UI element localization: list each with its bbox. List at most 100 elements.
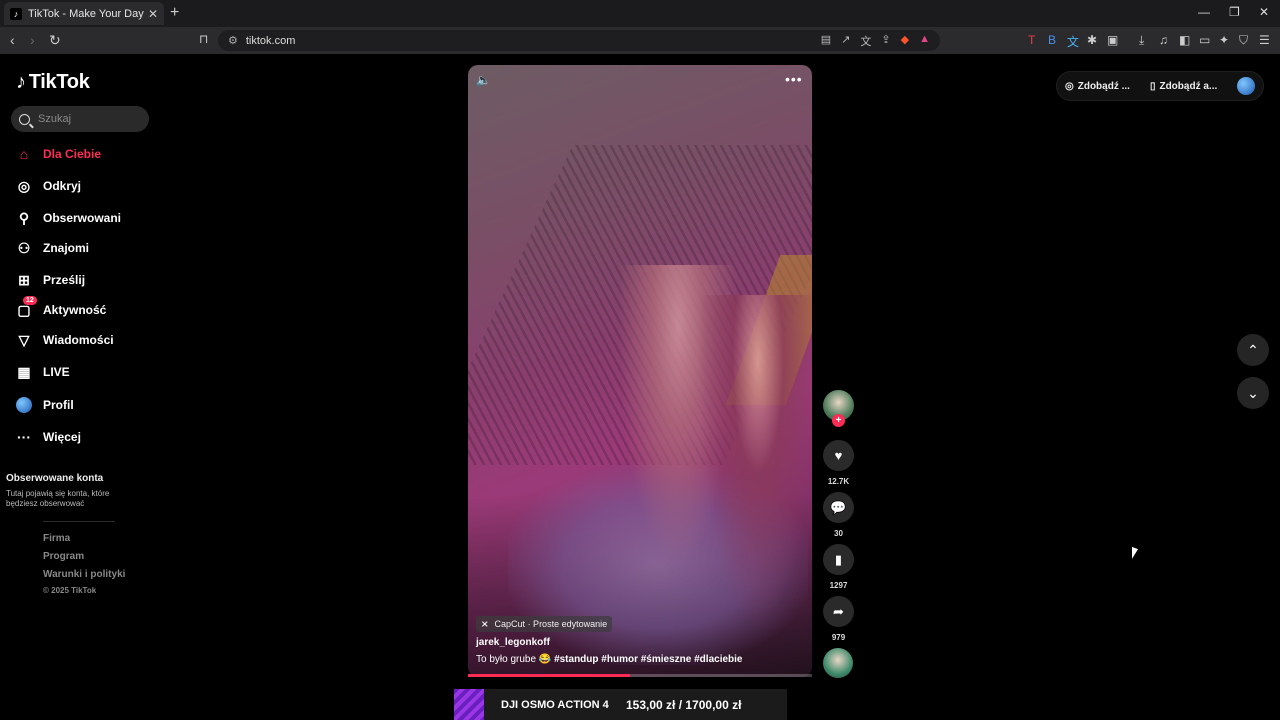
footer-link-company[interactable]: Firma — [43, 533, 70, 544]
brave-rewards-icon[interactable]: ▲ — [919, 33, 930, 49]
minimize-button[interactable]: — — [1198, 5, 1210, 19]
search-input[interactable] — [38, 113, 138, 125]
window-close-button[interactable]: ✕ — [1259, 5, 1269, 19]
get-app-button[interactable]: ▯ Zdobądź a... — [1150, 81, 1217, 92]
extension-icon[interactable]: 文 — [1067, 33, 1079, 50]
sidebar-item-explore[interactable]: ◎ Odkryj — [15, 176, 81, 196]
reload-icon[interactable]: ↻ — [49, 32, 61, 49]
more-options-icon[interactable]: ••• — [785, 71, 803, 87]
sound-disc-avatar[interactable] — [823, 648, 853, 678]
comment-count: 30 — [834, 529, 843, 538]
user-avatar[interactable] — [1237, 77, 1255, 95]
chevron-up-icon: ⌃ — [1247, 341, 1259, 358]
back-icon[interactable]: ‹ — [10, 32, 15, 48]
friends-icon: ⚇ — [17, 239, 31, 256]
browser-tab[interactable]: ♪ TikTok - Make Your Day ✕ — [4, 2, 164, 25]
ad-price: 153,00 zł / 1700,00 zł — [626, 697, 742, 712]
screenshot-icon[interactable]: ▣ — [1107, 33, 1118, 47]
hashtag[interactable]: #humor — [601, 654, 638, 665]
video-frame-person — [698, 295, 812, 625]
reader-icon[interactable]: ▤ — [821, 33, 831, 49]
open-icon[interactable]: ↗ — [841, 33, 850, 49]
compass-icon: ◎ — [17, 177, 31, 194]
wallet-icon[interactable]: ▭ — [1199, 33, 1210, 47]
brand-name: TikTok — [28, 71, 90, 93]
more-icon: ··· — [17, 429, 31, 445]
hashtag[interactable]: #śmieszne — [641, 654, 692, 665]
vpn-icon[interactable]: ⛉ — [1239, 33, 1248, 48]
share-button[interactable]: ➦ — [823, 596, 854, 627]
comment-button[interactable]: 💬 — [823, 492, 854, 523]
upload-icon: ⊞ — [18, 271, 30, 288]
save-count: 1297 — [829, 581, 848, 590]
footer-link-program[interactable]: Program — [43, 551, 84, 562]
volume-icon[interactable]: 🔈 — [476, 73, 494, 89]
video-progress-fill — [468, 674, 630, 677]
tab-close-icon[interactable]: ✕ — [148, 7, 158, 21]
tiktok-logo[interactable]: ♪ TikTok — [16, 71, 90, 94]
leo-ai-icon[interactable]: ✦ — [1219, 33, 1229, 47]
sidebar-item-label: Odkryj — [43, 179, 82, 193]
next-video-button[interactable]: ⌄ — [1237, 377, 1269, 409]
ad-thumbnail — [454, 689, 484, 720]
sidebar-item-label: Więcej — [43, 430, 81, 444]
download-icon[interactable]: ⤓ — [1139, 33, 1144, 48]
sidebar-item-profile[interactable]: Profil — [15, 395, 74, 415]
sidebar-item-for-you[interactable]: ⌂ Dla Ciebie — [15, 144, 101, 164]
get-coins-button[interactable]: ◎ Zdobądź ... — [1065, 81, 1130, 92]
ad-product-name: DJI OSMO ACTION 4 — [501, 698, 609, 711]
previous-video-button[interactable]: ⌃ — [1237, 334, 1269, 366]
capcut-label: CapCut · Proste edytowanie — [494, 619, 608, 629]
video-author[interactable]: jarek_legonkoff — [476, 637, 550, 648]
bookmark-icon[interactable]: ⊓ — [199, 32, 208, 46]
get-coins-label: Zdobądź ... — [1077, 80, 1130, 92]
video-progress-bar[interactable] — [468, 674, 812, 677]
forward-icon[interactable]: › — [30, 32, 35, 48]
video-player[interactable] — [468, 65, 812, 677]
hashtag[interactable]: #standup — [554, 654, 598, 665]
restore-button[interactable]: ❐ — [1229, 5, 1240, 19]
brave-shield-icon[interactable]: ◆ — [901, 33, 909, 49]
extension-icon[interactable]: B — [1048, 33, 1056, 47]
address-bar[interactable]: ⚙ tiktok.com ▤ ↗ 文 ⇪ ◆ ▲ — [218, 30, 940, 51]
search-box[interactable] — [11, 106, 149, 132]
notification-badge: 12 — [23, 296, 37, 305]
extension-icon[interactable]: T — [1028, 33, 1035, 47]
sidebar-item-activity[interactable]: ▢ 12 Aktywność — [15, 296, 106, 320]
share-count: 979 — [831, 633, 846, 642]
save-button[interactable]: ▮ — [823, 544, 854, 575]
sidebar-item-messages[interactable]: ▽ Wiadomości — [15, 330, 114, 350]
sidebar-item-label: Dla Ciebie — [43, 147, 102, 161]
browser-toolbar: ‹ › ↻ ⊓ ⚙ tiktok.com ▤ ↗ 文 ⇪ ◆ ▲ T B 文 ✱… — [0, 27, 1280, 54]
new-tab-button[interactable]: + — [170, 4, 179, 22]
like-button[interactable]: ♥ — [823, 440, 854, 471]
capcut-badge[interactable]: ⨯ CapCut · Proste edytowanie — [476, 616, 613, 632]
followed-accounts-title: Obserwowane konta — [6, 473, 104, 484]
menu-icon[interactable]: ☰ — [1259, 33, 1270, 47]
caption-text: To było grube 😂 — [476, 654, 552, 665]
like-count: 12.7K — [827, 477, 850, 486]
music-icon[interactable]: ♫ — [1159, 33, 1168, 47]
sidebar-icon[interactable]: ◧ — [1179, 33, 1190, 47]
share-arrow-icon: ➦ — [833, 603, 844, 619]
sidebar-item-upload[interactable]: ⊞ Prześlij — [15, 270, 85, 290]
translate-icon[interactable]: 文 — [860, 33, 871, 49]
video-caption: To było grube 😂 #standup #humor #śmieszn… — [476, 654, 742, 665]
sidebar-item-following[interactable]: ⚲ Obserwowani — [15, 208, 121, 228]
follow-plus-icon[interactable]: + — [832, 414, 845, 427]
sidebar-item-more[interactable]: ··· Więcej — [15, 427, 81, 447]
sidebar-item-label: Prześlij — [43, 273, 86, 287]
ad-banner[interactable]: DJI OSMO ACTION 4 153,00 zł / 1700,00 zł — [454, 689, 787, 720]
hashtag[interactable]: #dlaciebie — [694, 654, 742, 665]
comment-icon: 💬 — [830, 499, 847, 515]
sidebar-item-live[interactable]: ▦ LIVE — [15, 362, 69, 382]
share-icon[interactable]: ⇪ — [881, 33, 890, 49]
copyright: © 2025 TikTok — [43, 586, 97, 595]
coin-icon: ◎ — [1065, 80, 1074, 92]
tiktok-note-icon: ♪ — [16, 71, 26, 93]
search-icon — [19, 113, 30, 125]
footer-link-terms[interactable]: Warunki i polityki — [43, 569, 125, 580]
sidebar-item-friends[interactable]: ⚇ Znajomi — [15, 238, 89, 258]
extensions-puzzle-icon[interactable]: ✱ — [1087, 33, 1097, 47]
site-settings-icon[interactable]: ⚙ — [228, 34, 238, 47]
